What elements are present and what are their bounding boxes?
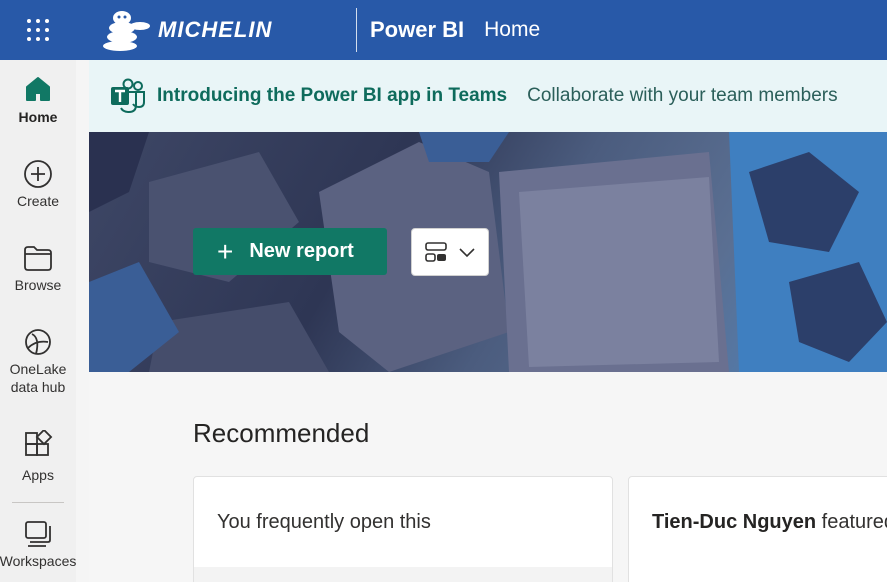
brand-name: MICHELIN [158, 17, 273, 42]
home-content: Recommended You frequently open this Tie… [89, 372, 887, 582]
nav-item-create[interactable]: Create [0, 158, 76, 210]
header-divider [356, 8, 357, 52]
apps-icon [25, 430, 53, 456]
app-title[interactable]: Power BI [370, 17, 464, 43]
card-author: Tien-Duc Nguyen [652, 511, 817, 533]
nav-label-browse: Browse [14, 277, 62, 293]
nav-item-home[interactable]: Home [0, 74, 76, 126]
michelin-man-icon [103, 11, 150, 51]
card-reason-text: You frequently open this [217, 511, 431, 533]
chevron-down-icon [459, 248, 475, 258]
nav-item-onelake[interactable]: OneLake data hub [0, 326, 76, 396]
new-report-label: New report [249, 240, 354, 262]
onelake-icon [25, 329, 51, 355]
view-selector-dropdown[interactable] [411, 228, 489, 276]
teams-promo-banner[interactable]: Introducing the Power BI app in Teams Co… [89, 60, 887, 132]
nav-label-onelake: OneLake data hub [9, 361, 67, 395]
nav-label-home: Home [18, 109, 58, 125]
recommended-card[interactable]: Tien-Duc Nguyen featured [628, 476, 887, 582]
recommended-card[interactable]: You frequently open this [193, 476, 613, 582]
folder-icon [24, 246, 52, 271]
recommended-heading: Recommended [193, 418, 370, 448]
plus-icon: + [217, 235, 234, 267]
teams-icon [111, 78, 145, 114]
app-launcher-button[interactable] [0, 0, 76, 60]
waffle-icon [27, 19, 49, 41]
workspaces-icon [25, 521, 51, 547]
home-icon [26, 77, 50, 101]
nav-label-apps: Apps [22, 467, 54, 483]
nav-item-browse[interactable]: Browse [0, 242, 76, 294]
plus-circle-icon [24, 160, 52, 188]
banner-description: Collaborate with your team members [527, 85, 838, 106]
nav-label-create: Create [16, 193, 60, 209]
left-navigation: Home Create Browse OneLake data hub Apps [0, 60, 76, 582]
nav-label-workspaces: Workspaces [0, 553, 77, 569]
breadcrumb: Home [484, 18, 541, 41]
nav-item-apps[interactable]: Apps [0, 430, 76, 484]
card-reason-text: Tien-Duc Nguyen featured [652, 511, 887, 534]
card-suffix: featured [821, 511, 887, 533]
michelin-logo[interactable]: MICHELIN [76, 0, 356, 60]
nav-divider [12, 502, 64, 503]
new-report-button[interactable]: + New report [193, 228, 387, 275]
top-bar: MICHELIN Power BI Home [0, 0, 887, 60]
layout-view-icon [425, 242, 447, 262]
card-footer [194, 567, 612, 582]
banner-title: Introducing the Power BI app in Teams [157, 85, 508, 106]
hero-image: + New report [89, 132, 887, 372]
nav-item-workspaces[interactable]: Workspaces [0, 518, 76, 570]
